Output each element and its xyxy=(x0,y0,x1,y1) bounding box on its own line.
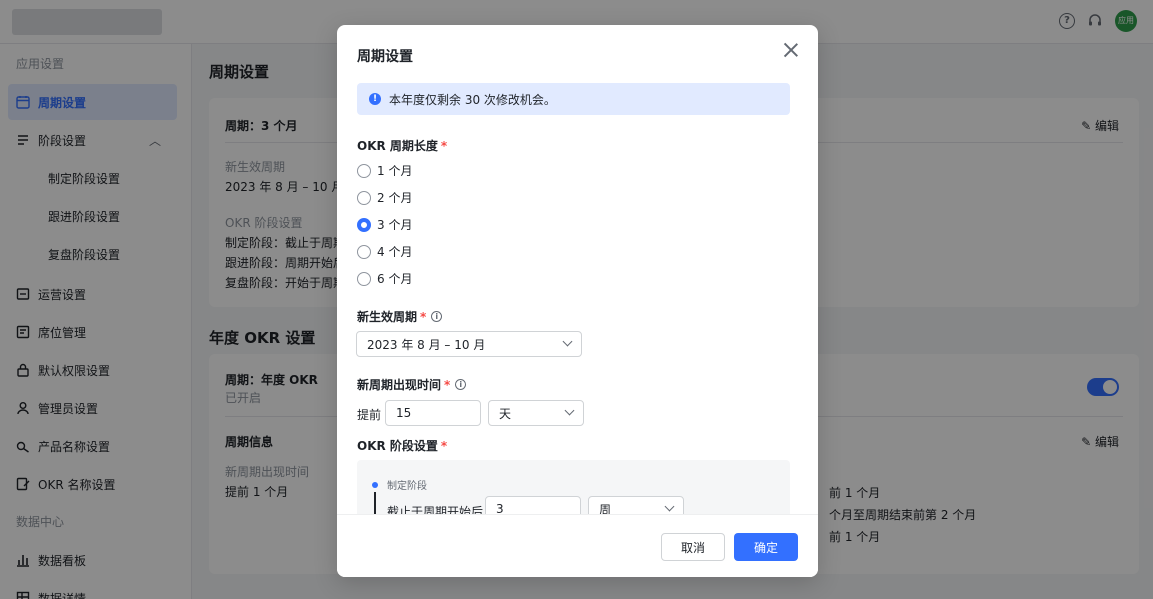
modal-footer: 取消 确定 xyxy=(337,514,818,577)
notice-text: 本年度仅剩余 30 次修改机会。 xyxy=(389,92,556,107)
modal-title: 周期设置 xyxy=(357,49,413,65)
close-icon[interactable] xyxy=(782,41,800,59)
appear-prefix: 提前 xyxy=(357,408,382,422)
effective-select[interactable]: 2023 年 8 月 – 10 月 xyxy=(356,331,582,357)
required-mark: * xyxy=(440,138,448,153)
length-label-text: OKR 周期长度 xyxy=(357,139,438,153)
effective-label: 新生效周期 * i xyxy=(357,308,443,325)
appear-amount-value: 15 xyxy=(396,406,412,420)
appear-unit-value: 天 xyxy=(499,406,512,421)
info-tip-icon[interactable]: i xyxy=(431,311,443,322)
length-label: OKR 周期长度 * xyxy=(357,137,447,154)
appear-unit-select[interactable]: 天 xyxy=(488,400,584,426)
info-icon: ! xyxy=(369,93,381,105)
chevron-down-icon xyxy=(562,336,573,347)
chevron-down-icon xyxy=(664,501,675,512)
radio-icon[interactable] xyxy=(357,271,371,286)
required-mark: * xyxy=(420,309,427,324)
stage-dot-icon xyxy=(372,482,378,488)
radio-checked-icon[interactable] xyxy=(357,217,371,232)
stage-label-text: OKR 阶段设置 xyxy=(357,439,438,453)
radio-option-selected[interactable]: 3 个月 xyxy=(357,216,412,233)
radio-icon[interactable] xyxy=(357,244,371,259)
effective-select-value: 2023 年 8 月 – 10 月 xyxy=(367,337,486,352)
required-mark: * xyxy=(444,377,451,392)
radio-option[interactable]: 1 个月 xyxy=(357,162,412,179)
required-mark: * xyxy=(440,438,448,453)
radio-label: 6 个月 xyxy=(377,272,413,286)
appear-label-text: 新周期出现时间 xyxy=(357,378,442,392)
stage-label: OKR 阶段设置 * xyxy=(357,437,447,454)
radio-icon[interactable] xyxy=(357,190,371,205)
stage-name: 制定阶段 xyxy=(387,481,427,492)
period-settings-modal: 周期设置 ! 本年度仅剩余 30 次修改机会。 OKR 周期长度 * 1 个月 2… xyxy=(337,25,818,577)
appear-label: 新周期出现时间 * i xyxy=(357,376,467,393)
info-tip-icon[interactable]: i xyxy=(455,379,467,390)
radio-option[interactable]: 2 个月 xyxy=(357,189,412,206)
radio-option[interactable]: 6 个月 xyxy=(357,270,412,287)
confirm-button[interactable]: 确定 xyxy=(734,533,798,561)
notice-banner: ! 本年度仅剩余 30 次修改机会。 xyxy=(357,83,790,115)
radio-label: 3 个月 xyxy=(377,218,413,232)
effective-label-text: 新生效周期 xyxy=(357,310,418,324)
chevron-down-icon xyxy=(564,405,575,416)
radio-icon[interactable] xyxy=(357,163,371,178)
stage-box: 制定阶段 截止于周期开始后 3 周 xyxy=(357,460,790,522)
radio-option[interactable]: 4 个月 xyxy=(357,243,412,260)
radio-label: 4 个月 xyxy=(377,245,413,259)
appear-amount-input[interactable]: 15 xyxy=(385,400,481,426)
radio-label: 1 个月 xyxy=(377,164,413,178)
radio-label: 2 个月 xyxy=(377,191,413,205)
cancel-button[interactable]: 取消 xyxy=(661,533,725,561)
